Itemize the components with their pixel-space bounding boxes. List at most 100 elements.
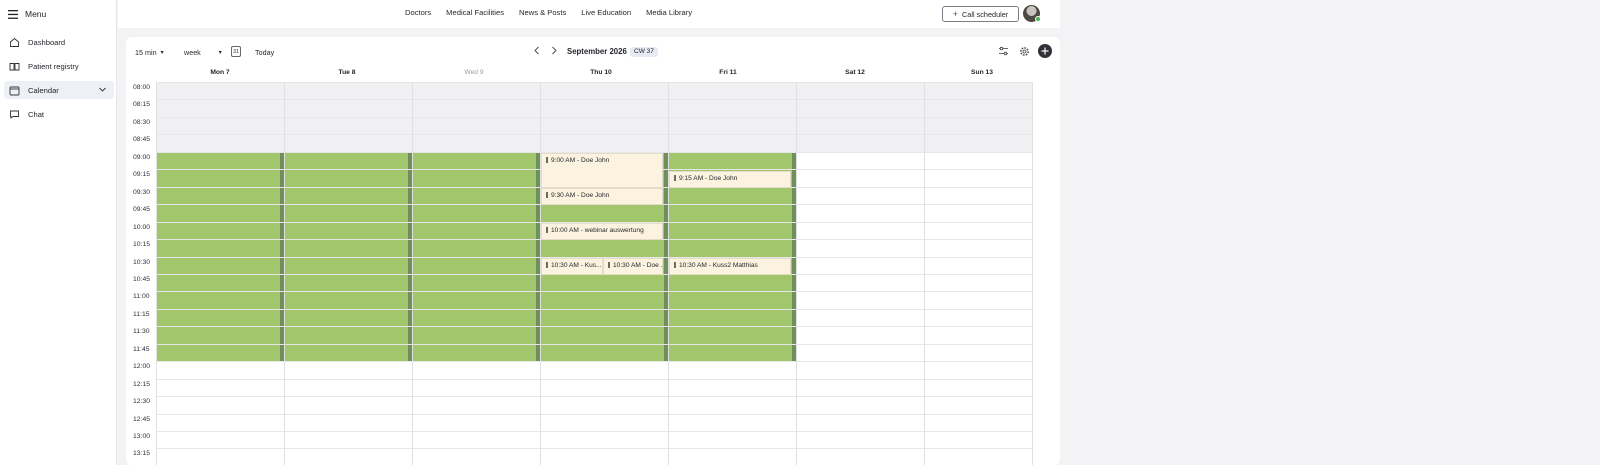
day-header-thu[interactable]: Thu 10 (538, 69, 664, 76)
time-label: 12:15 (133, 381, 151, 388)
time-label: 11:30 (133, 328, 150, 335)
sidebar-item-dashboard[interactable]: Dashboard (4, 33, 114, 51)
day-divider (924, 82, 925, 465)
event-card[interactable]: 9:00 AM - Doe John (541, 153, 663, 188)
time-label: 12:30 (133, 398, 151, 405)
sidebar-item-chat[interactable]: Chat (4, 105, 114, 123)
top-nav: Doctors Medical Facilities News & Posts … (405, 8, 692, 17)
sidebar-item-label: Chat (28, 109, 45, 119)
event-card[interactable]: 9:15 AM - Doe John (669, 171, 791, 188)
settings-button[interactable] (1019, 46, 1030, 57)
add-event-button[interactable] (1038, 44, 1052, 58)
day-divider (284, 82, 285, 465)
day-header-mon[interactable]: Mon 7 (157, 69, 283, 76)
current-month: September 2026 (567, 47, 627, 56)
time-label: 13:00 (133, 433, 151, 440)
event-card[interactable]: 10:00 AM - webinar auswertung (541, 223, 663, 240)
nav-link-medical-facilities[interactable]: Medical Facilities (446, 8, 504, 17)
time-label: 09:15 (133, 171, 151, 178)
today-button[interactable]: Today (255, 48, 274, 57)
home-icon (10, 37, 19, 47)
caret-down-icon: ▾ (218, 50, 222, 56)
time-label: 08:00 (133, 84, 151, 91)
interval-select[interactable]: 15 min ▾ (135, 48, 164, 57)
calendar-day-icon: 31 (231, 46, 241, 57)
day-header-fri[interactable]: Fri 11 (665, 69, 791, 76)
event-card[interactable]: 10:30 AM - Doe ... (603, 258, 663, 275)
day-header-wed[interactable]: Wed 9 (411, 69, 537, 76)
time-label: 09:45 (133, 206, 151, 213)
next-week-button[interactable] (550, 46, 558, 55)
time-slot-line (156, 82, 1033, 83)
book-icon (9, 62, 20, 70)
time-slot-line (156, 448, 1033, 449)
nav-link-news-posts[interactable]: News & Posts (519, 8, 566, 17)
day-divider (1032, 82, 1033, 465)
date-picker-button[interactable]: 31 (231, 46, 241, 57)
time-label: 13:15 (133, 450, 151, 457)
sidebar-item-label: Dashboard (28, 37, 66, 47)
time-label: 11:45 (133, 346, 150, 353)
menu-label: Menu (25, 9, 47, 19)
sliders-icon (999, 46, 1008, 56)
call-scheduler-label: Call scheduler (962, 9, 1009, 19)
time-slot-line (156, 361, 1033, 362)
sidebar-item-label: Patient registry (28, 61, 79, 71)
sidebar-item-label: Calendar (28, 85, 59, 95)
nav-link-doctors[interactable]: Doctors (405, 8, 431, 17)
plus-icon (1041, 47, 1049, 55)
time-label: 11:15 (133, 311, 150, 318)
time-label: 10:15 (133, 241, 151, 248)
sidebar-item-patient-registry[interactable]: Patient registry (4, 57, 114, 75)
day-header-tue[interactable]: Tue 8 (284, 69, 410, 76)
sidebar-item-calendar[interactable]: Calendar (4, 81, 114, 99)
time-label: 08:45 (133, 136, 151, 143)
event-card[interactable]: 10:30 AM - Kuss2 Matthias (669, 258, 791, 275)
online-status-dot (1035, 16, 1041, 22)
time-label: 08:30 (133, 119, 151, 126)
today-label: Today (255, 48, 275, 57)
nav-link-media-library[interactable]: Media Library (646, 8, 692, 17)
time-slot-line (156, 99, 1033, 100)
time-slot-line (156, 309, 1033, 310)
calendar-icon (9, 86, 20, 95)
chevron-down-icon[interactable] (98, 85, 107, 94)
time-label: 10:30 (133, 259, 151, 266)
time-label: 12:45 (133, 416, 151, 423)
menu-toggle[interactable]: Menu (8, 7, 46, 21)
event-card[interactable]: 9:30 AM - Doe John (541, 188, 663, 205)
time-slot-line (156, 344, 1033, 345)
nav-link-live-education[interactable]: Live Education (581, 8, 631, 17)
calendar-week-badge: CW 37 (630, 47, 658, 57)
event-card[interactable]: 10:30 AM - Kus... (541, 258, 603, 275)
view-select[interactable]: week ▾ (184, 48, 222, 57)
time-slot-line (156, 396, 1033, 397)
time-slot-line (156, 431, 1033, 432)
day-divider (156, 82, 157, 465)
day-divider (412, 82, 413, 465)
filter-button[interactable] (998, 46, 1009, 56)
time-slot-line (156, 414, 1033, 415)
call-scheduler-button[interactable]: + Call scheduler (942, 6, 1019, 22)
time-label: 08:15 (133, 101, 151, 108)
current-month-label: September 2026 (567, 47, 627, 56)
time-slot-line (156, 379, 1033, 380)
day-header-sat[interactable]: Sat 12 (792, 69, 918, 76)
time-slot-line (156, 134, 1033, 135)
time-slot-line (156, 326, 1033, 327)
time-label: 10:00 (133, 224, 151, 231)
time-label: 09:00 (133, 154, 151, 161)
time-label: 11:00 (133, 293, 150, 300)
time-slot-line (156, 117, 1033, 118)
time-slot-line (156, 291, 1033, 292)
time-label: 09:30 (133, 189, 151, 196)
sidebar: Menu Dashboard Patient registry Calendar… (0, 0, 117, 465)
hamburger-icon[interactable] (8, 9, 18, 19)
chevron-left-icon (534, 46, 539, 55)
time-label: 10:45 (133, 276, 151, 283)
day-header-sun[interactable]: Sun 13 (919, 69, 1045, 76)
caret-down-icon: ▾ (160, 50, 164, 56)
day-divider (796, 82, 797, 465)
gear-icon (1020, 47, 1029, 56)
prev-week-button[interactable] (533, 46, 541, 55)
